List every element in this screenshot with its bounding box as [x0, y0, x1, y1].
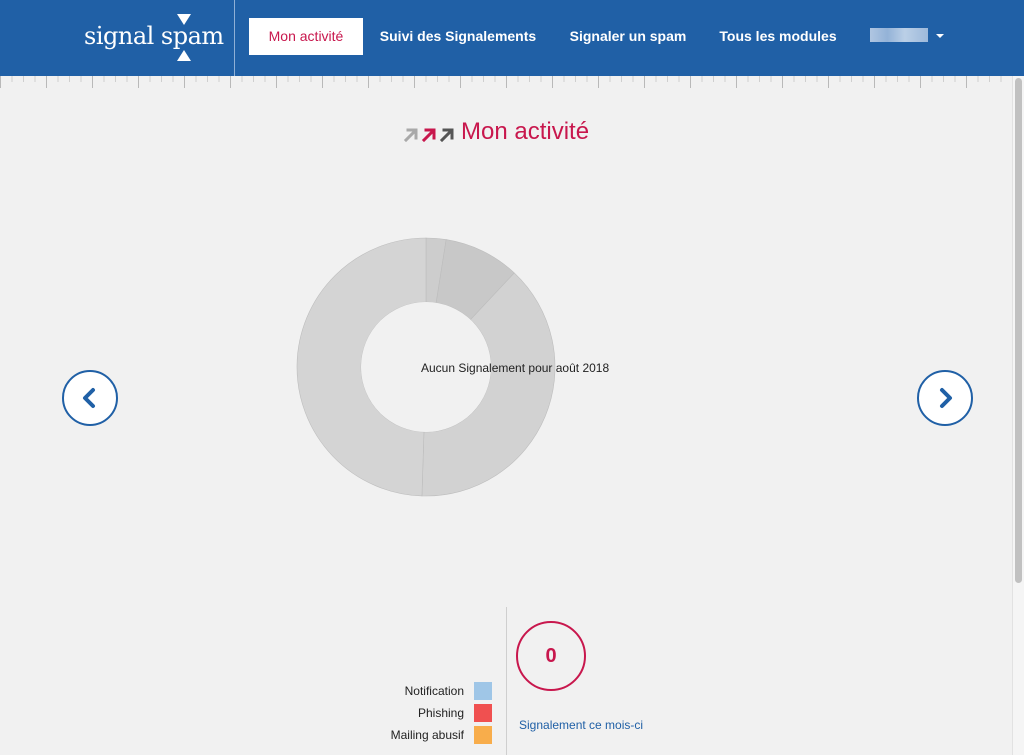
chevron-right-icon [940, 388, 952, 408]
nav-signaler-un-spam[interactable]: Signaler un spam [560, 18, 696, 55]
monthly-count-label[interactable]: Signalement ce mois-ci [519, 718, 643, 732]
top-navigation-bar: signal spam Mon activité Suivi des Signa… [0, 0, 1024, 76]
legend-item: Phishing [370, 704, 495, 726]
next-month-button[interactable] [917, 370, 973, 426]
header-divider [234, 0, 235, 76]
chevron-left-icon [83, 388, 95, 408]
chevron-down-icon[interactable] [936, 34, 944, 38]
signal-spam-logo[interactable]: signal spam [84, 14, 224, 61]
stats-divider [506, 607, 507, 755]
legend-label-notification: Notification [404, 684, 464, 698]
empty-chart-message: Aucun Signalement pour août 2018 [421, 361, 610, 375]
scrollbar-thumb[interactable] [1015, 78, 1022, 583]
legend-label-mailing-abusif: Mailing abusif [390, 728, 464, 742]
user-menu[interactable] [870, 28, 928, 42]
monthly-count-badge: 0 [516, 621, 586, 691]
nav-tous-les-modules[interactable]: Tous les modules [712, 18, 844, 55]
logo-text: signal spam [84, 22, 224, 50]
legend-swatch-phishing [474, 704, 492, 722]
page-title: Mon activité [461, 118, 590, 145]
nav-suivi-des-signalements[interactable]: Suivi des Signalements [372, 18, 544, 55]
legend-swatch-mailing-abusif [474, 726, 492, 744]
legend-swatch-notification [474, 682, 492, 700]
triple-arrow-icon [404, 128, 454, 142]
previous-month-button[interactable] [62, 370, 118, 426]
nav-mon-activite[interactable]: Mon activité [249, 18, 363, 55]
logo-triangle-up-icon [177, 50, 191, 61]
chart-legend: Notification Phishing Mailing abusif [370, 682, 495, 748]
legend-label-phishing: Phishing [417, 706, 464, 720]
legend-item: Mailing abusif [370, 726, 495, 748]
ruler-divider [0, 76, 1012, 88]
vertical-scrollbar[interactable] [1012, 76, 1024, 755]
legend-item: Notification [370, 682, 495, 704]
